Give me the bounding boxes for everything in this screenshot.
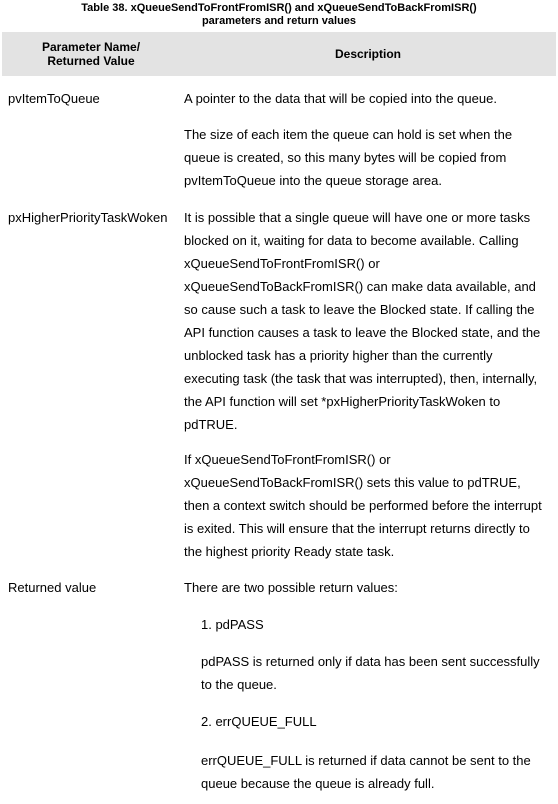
text-line: A pointer to the data that will be copie… [184,91,497,106]
param-name-pxhigherprioritytaskwoken: pxHigherPriorityTaskWoken [8,210,168,225]
row2-paragraph-2: If xQueueSendToFrontFromISR() or xQueueS… [184,448,552,563]
text-line: blocked on it, waiting for data to becom… [184,233,519,248]
text-line: queue because the queue is already full. [201,776,435,791]
text-line: pvItemToQueue into the queue storage are… [184,173,443,188]
header-parameter-line-1: Parameter Name/ [41,40,141,54]
text-line: pdTRUE. [184,417,238,432]
text-line: the highest priority Ready state task. [184,544,395,559]
header-description: Description [334,47,401,61]
text-line: so cause such a task to leave the Blocke… [184,302,535,317]
text-line: executing task (the task that was interr… [184,371,538,386]
text-line: It is possible that a single queue will … [184,210,531,225]
header-parameter-line-2: Returned Value [47,53,135,68]
row3-paragraph-5: errQUEUE_FULL is returned if data cannot… [201,749,552,795]
row3-paragraph-3: pdPASS is returned only if data has been… [201,650,552,696]
row2-paragraph-1: It is possible that a single queue will … [184,206,552,436]
header-parameter-name: Parameter Name/ Returned Value [2,40,180,68]
row3-paragraph-1: There are two possible return values: [184,576,552,599]
text-line: queue is created, so this many bytes wil… [184,150,507,165]
text-line: There are two possible return values: [184,580,398,595]
text-line: API function causes a task to leave the … [184,325,541,340]
param-name-returned-value: Returned value [8,580,97,595]
text-line: then a context switch should be performe… [184,498,542,513]
text-line: xQueueSendToFrontFromISR() or [184,256,380,271]
return-value-item-1: 1. pdPASS [201,613,552,636]
return-value-item-2: 2. errQUEUE_FULL [201,710,552,733]
text-line: If xQueueSendToFrontFromISR() or [184,452,391,467]
table-caption-line-1: Table 38. xQueueSendToFrontFromISR() and… [81,2,477,14]
row1-paragraph-2: The size of each item the queue can hold… [184,123,552,192]
text-line: is exited. This will ensure that the int… [184,521,530,536]
text-line: to the queue. [201,677,277,692]
text-line: the API function will set *pxHigherPrior… [184,394,501,409]
table-header: Parameter Name/ Returned Value Descripti… [2,32,556,76]
text-line: pdPASS is returned only if data has been… [201,654,540,669]
row1-paragraph-1: A pointer to the data that will be copie… [184,87,552,110]
table-caption-line-2: parameters and return values [201,14,357,27]
text-line: errQUEUE_FULL is returned if data cannot… [201,753,531,768]
text-line: 2. errQUEUE_FULL [201,714,317,729]
table-caption: Table 38. xQueueSendToFrontFromISR() and… [0,2,558,27]
param-name-pvitemtoqueue: pvItemToQueue [8,91,100,106]
text-line: The size of each item the queue can hold… [184,127,513,142]
text-line: xQueueSendToBackFromISR() sets this valu… [184,475,521,490]
text-line: unblocked task has a priority higher tha… [184,348,493,363]
text-line: xQueueSendToBackFromISR() can make data … [184,279,536,294]
text-line: 1. pdPASS [201,617,264,632]
